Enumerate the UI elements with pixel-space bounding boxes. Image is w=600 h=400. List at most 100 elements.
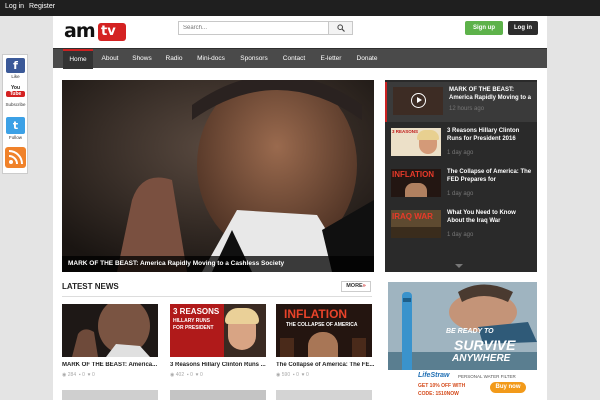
heart-icon: ♥ <box>300 372 305 378</box>
news-card-title[interactable]: 3 Reasons Hillary Clinton Runs ... <box>170 362 270 368</box>
heart-icon: ♥ <box>194 372 199 378</box>
logo-tv-text: tv <box>101 24 116 39</box>
heart-icon: ♥ <box>86 372 91 378</box>
nav-shows[interactable]: Shows <box>127 49 157 69</box>
list-thumbnail: IRAQ WAR <box>391 210 441 238</box>
news-card-thumbnail-partial <box>62 390 158 400</box>
facebook-icon: f <box>6 58 25 73</box>
youtube-subscribe-label: Subscribe <box>5 102 26 107</box>
login-link[interactable]: Log in <box>5 3 24 10</box>
comments-count: 0 <box>190 372 193 378</box>
comment-icon: ▪ <box>291 372 295 378</box>
youtube-icon: You Tube <box>6 85 25 101</box>
list-thumbnail: INFLATION <box>391 169 441 197</box>
thumbnail-text: INFLATION <box>284 307 348 321</box>
social-share-bar: f Like You Tube Subscribe t Follow <box>2 54 28 174</box>
thumbnail-text: THE COLLAPSE OF AMERICA <box>286 322 358 328</box>
nav-mini-docs[interactable]: Mini-docs <box>191 49 231 69</box>
play-icon <box>411 93 426 108</box>
news-card-thumbnail: INFLATION THE COLLAPSE OF AMERICA <box>276 304 372 357</box>
rss-icon <box>5 147 26 168</box>
nav-radio[interactable]: Radio <box>160 49 188 69</box>
twitter-icon: t <box>6 117 25 134</box>
lifestraw-ad[interactable]: BE READY TO SURVIVE ANYWHERE LifeStraw P… <box>388 282 537 400</box>
news-card[interactable]: MARK OF THE BEAST: America... ◉ 284 ▪ 0 … <box>62 304 158 400</box>
site-header: am tv Sign up Log in <box>53 16 547 48</box>
featured-list-item[interactable]: IRAQ WAR What You Need to Know About the… <box>385 205 537 245</box>
ad-headline-1: BE READY TO <box>446 328 494 335</box>
signup-button[interactable]: Sign up <box>465 21 503 35</box>
login-button[interactable]: Log in <box>508 21 538 35</box>
views-count: 590 <box>281 372 291 378</box>
logo-am-text: am <box>64 20 96 42</box>
eye-icon: ◉ <box>62 372 67 378</box>
list-item-time: 1 day ago <box>447 191 474 197</box>
facebook-like-button[interactable]: f Like <box>5 58 26 80</box>
comment-icon: ▪ <box>77 372 81 378</box>
nav-eletter[interactable]: E-letter <box>314 49 348 69</box>
list-thumbnail <box>393 87 443 115</box>
news-card-meta: ◉ 284 ▪ 0 ♥ 0 <box>62 372 95 378</box>
nav-home[interactable]: Home <box>63 49 93 69</box>
nav-sponsors[interactable]: Sponsors <box>234 49 274 69</box>
nav-about[interactable]: About <box>96 49 124 69</box>
ad-code: CODE: 1510NOW <box>418 391 459 397</box>
featured-list-item[interactable]: MARK OF THE BEAST: America Rapidly Movin… <box>385 82 537 122</box>
youtube-label-bottom: Tube <box>6 91 25 97</box>
list-item-title: The Collapse of America: The FED Prepare… <box>447 169 532 183</box>
news-card-title[interactable]: MARK OF THE BEAST: America... <box>62 362 162 368</box>
register-link[interactable]: Register <box>29 3 55 10</box>
logo-tv-badge: tv <box>98 23 126 41</box>
more-arrow-icon: » <box>362 283 366 289</box>
featured-slide[interactable]: MARK OF THE BEAST: America Rapidly Movin… <box>62 80 374 272</box>
news-card-thumbnail-partial <box>170 390 266 400</box>
comments-count: 0 <box>296 372 299 378</box>
search-icon <box>337 24 345 32</box>
search-box <box>178 21 353 35</box>
featured-list-item[interactable]: INFLATION The Collapse of America: The F… <box>385 164 537 204</box>
ad-offer: GET 10% OFF WITH <box>418 383 466 389</box>
eye-icon: ◉ <box>276 372 281 378</box>
news-card[interactable]: INFLATION THE COLLAPSE OF AMERICA The Co… <box>276 304 374 400</box>
list-thumbnail-text: INFLATION <box>392 170 435 179</box>
list-thumbnail-text: 3 REASONS <box>392 129 419 134</box>
news-card-title[interactable]: The Collapse of America: The FE... <box>276 362 376 368</box>
list-item-time: 1 day ago <box>447 150 474 156</box>
more-label: MORE <box>346 283 363 289</box>
twitter-follow-button[interactable]: t Follow <box>5 117 26 141</box>
rss-button[interactable] <box>5 147 26 169</box>
likes-count: 0 <box>305 372 309 378</box>
likes-count: 0 <box>91 372 95 378</box>
news-card-meta: ◉ 590 ▪ 0 ♥ 0 <box>276 372 309 378</box>
youtube-button[interactable]: You Tube Subscribe <box>5 85 26 109</box>
divider <box>62 296 372 297</box>
featured-image <box>62 80 374 272</box>
twitter-follow-label: Follow <box>8 135 22 140</box>
ad-headline-3: ANYWHERE <box>452 353 511 364</box>
featured-caption-text[interactable]: MARK OF THE BEAST: America Rapidly Movin… <box>68 260 284 267</box>
list-item-title: MARK OF THE BEAST: America Rapidly Movin… <box>449 87 532 101</box>
nav-contact[interactable]: Contact <box>277 49 311 69</box>
list-down-arrow-icon[interactable] <box>455 264 463 268</box>
facebook-like-label: Like <box>11 74 20 79</box>
news-card-thumbnail-partial <box>276 390 372 400</box>
more-button[interactable]: MORE» <box>341 281 371 292</box>
featured-list: MARK OF THE BEAST: America Rapidly Movin… <box>385 80 537 272</box>
list-item-title: 3 Reasons Hillary Clinton Runs for Presi… <box>447 128 520 142</box>
search-input[interactable] <box>179 22 329 34</box>
search-button[interactable] <box>328 22 352 34</box>
list-item-time: 12 hours ago <box>449 106 485 112</box>
featured-list-item[interactable]: 3 REASONS 3 Reasons Hillary Clinton Runs… <box>385 123 537 163</box>
ad-tagline: PERSONAL WATER FILTER <box>458 374 516 379</box>
news-card[interactable]: 3 REASONS HILLARY RUNS FOR PRESIDENT 3 R… <box>170 304 266 400</box>
views-count: 402 <box>175 372 185 378</box>
comment-icon: ▪ <box>185 372 189 378</box>
ad-headline-2: SURVIVE <box>454 337 516 353</box>
nav-donate[interactable]: Donate <box>351 49 383 69</box>
main-nav: Home About Shows Radio Mini-docs Sponsor… <box>53 48 547 69</box>
site-logo[interactable]: am tv <box>64 20 128 45</box>
thumbnail-text: 3 REASONS <box>173 307 220 316</box>
page-container: am tv Sign up Log in Home About Shows Ra… <box>53 16 547 400</box>
buy-now-button[interactable]: Buy now <box>490 382 526 393</box>
list-item-title: What You Need to Know About the Iraq War <box>447 210 516 224</box>
